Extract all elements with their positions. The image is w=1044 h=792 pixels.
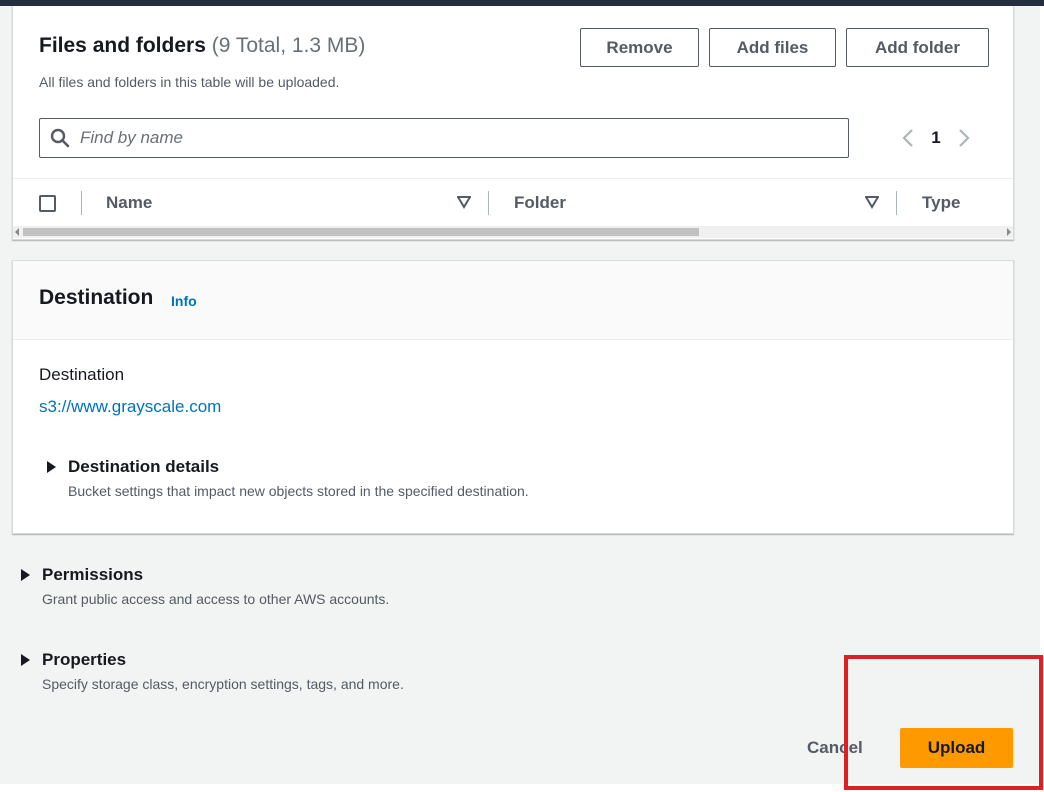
caret-right-icon — [21, 654, 30, 666]
destination-details-expander[interactable]: Destination details Bucket settings that… — [47, 457, 529, 499]
permissions-description: Grant public access and access to other … — [42, 591, 390, 607]
add-files-button[interactable]: Add files — [709, 28, 836, 67]
permissions-expander[interactable]: Permissions Grant public access and acce… — [21, 565, 389, 607]
files-and-folders-panel: Files and folders (9 Total, 1.3 MB) All … — [12, 6, 1014, 240]
horizontal-scrollbar[interactable] — [13, 226, 1013, 238]
files-count: (9 Total, 1.3 MB) — [211, 34, 366, 57]
destination-panel: Destination Info Destination s3://www.gr… — [12, 260, 1014, 534]
window-edge — [1040, 6, 1044, 792]
destination-label: Destination — [39, 365, 125, 384]
sort-down-icon[interactable] — [456, 195, 472, 209]
select-all-checkbox[interactable] — [39, 195, 56, 212]
table-header: Name Folder Type — [13, 178, 1013, 226]
cancel-button[interactable]: Cancel — [807, 738, 863, 758]
caret-right-icon — [47, 461, 56, 473]
search-input[interactable] — [80, 128, 840, 148]
destination-details-description: Bucket settings that impact new objects … — [68, 483, 529, 499]
scroll-right-icon[interactable] — [1007, 228, 1011, 236]
column-header-folder[interactable]: Folder — [514, 193, 566, 213]
pagination: 1 — [897, 118, 975, 158]
info-link[interactable]: Info — [171, 293, 197, 309]
scroll-left-icon[interactable] — [15, 228, 19, 236]
sort-down-icon[interactable] — [864, 195, 880, 209]
search-icon — [40, 119, 80, 157]
upload-button[interactable]: Upload — [900, 728, 1013, 768]
files-title-text: Files and folders — [39, 34, 206, 57]
destination-header: Destination Info — [13, 261, 1013, 340]
search-box — [39, 118, 849, 158]
files-title: Files and folders (9 Total, 1.3 MB) — [39, 34, 365, 58]
column-divider[interactable] — [896, 191, 897, 215]
destination-url-link[interactable]: s3://www.grayscale.com — [39, 397, 221, 417]
scrollbar-thumb[interactable] — [23, 228, 699, 236]
column-header-type[interactable]: Type — [922, 193, 960, 213]
page-number[interactable]: 1 — [919, 128, 953, 148]
add-folder-button[interactable]: Add folder — [846, 28, 989, 67]
caret-right-icon — [21, 569, 30, 581]
files-description: All files and folders in this table will… — [39, 74, 340, 90]
properties-description: Specify storage class, encryption settin… — [42, 676, 404, 692]
destination-details-title[interactable]: Destination details — [68, 457, 529, 477]
column-divider — [81, 191, 82, 215]
next-page-icon[interactable] — [953, 118, 975, 158]
previous-page-icon[interactable] — [897, 118, 919, 158]
column-divider[interactable] — [488, 191, 489, 215]
destination-title: Destination — [39, 286, 154, 309]
permissions-title[interactable]: Permissions — [42, 565, 389, 585]
properties-title[interactable]: Properties — [42, 650, 404, 670]
remove-button[interactable]: Remove — [580, 28, 699, 67]
column-header-name[interactable]: Name — [106, 193, 152, 213]
properties-expander[interactable]: Properties Specify storage class, encryp… — [21, 650, 404, 692]
